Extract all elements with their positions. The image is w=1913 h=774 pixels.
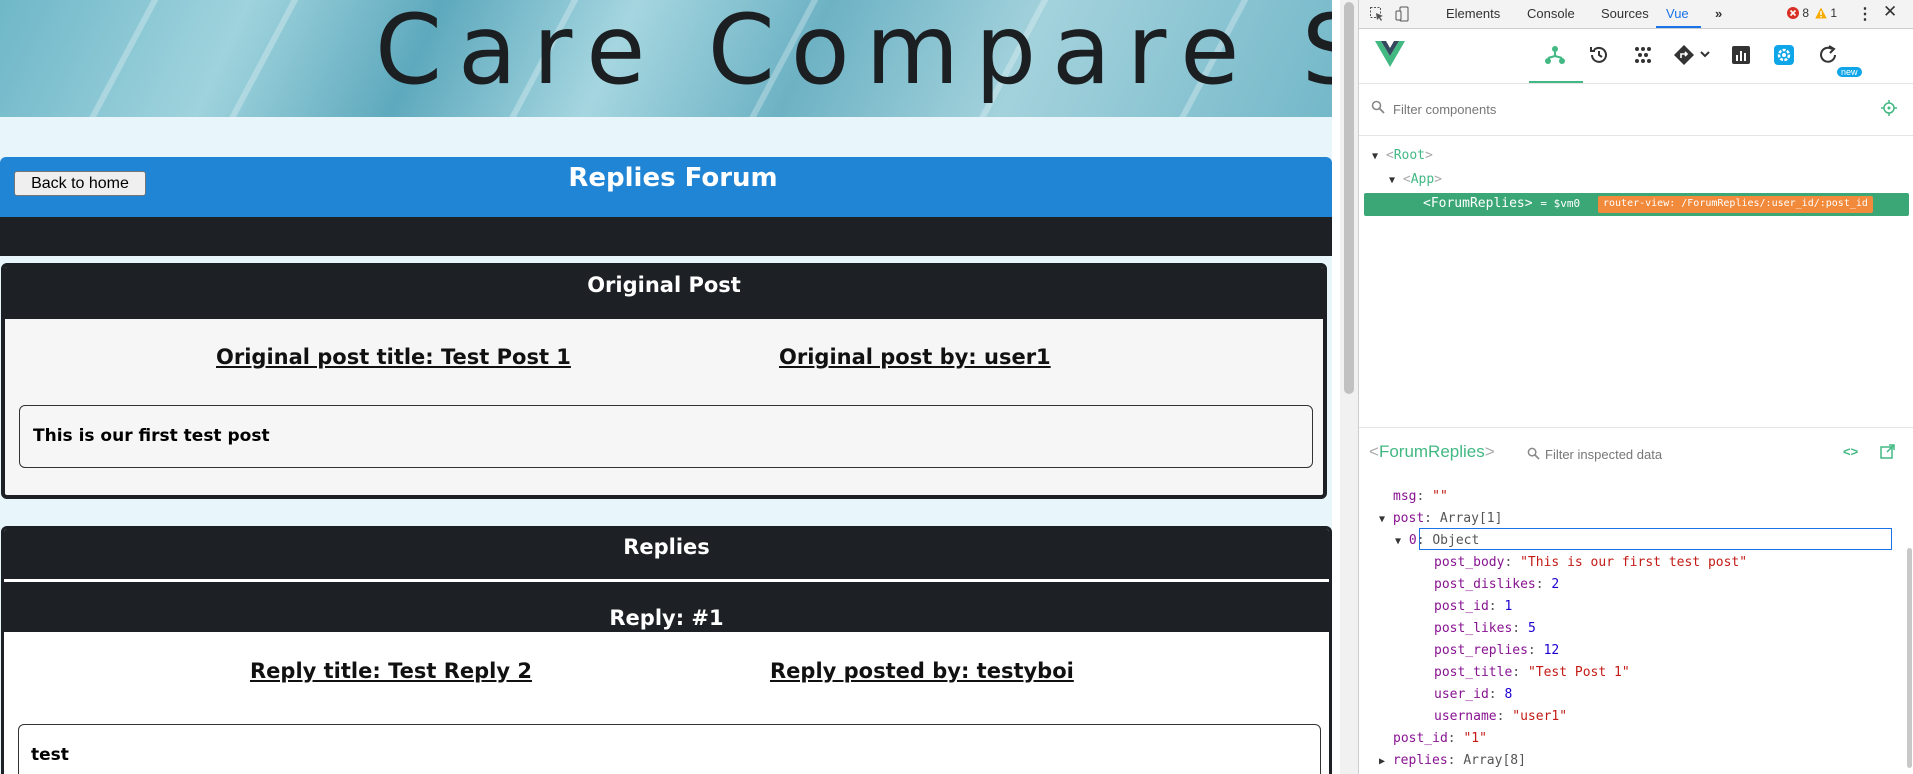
web-page: Care Compare SK Replies Forum Back to ho… [0, 0, 1332, 774]
original-post-card: Original Post Original post title: Test … [1, 263, 1327, 499]
error-icon [1787, 7, 1799, 19]
inspected-component-name: <ForumReplies> [1369, 442, 1495, 461]
close-devtools-icon[interactable]: ✕ [1883, 2, 1897, 22]
prop-post-likes: post_likes: 5 [1434, 621, 1536, 636]
error-badge[interactable]: 8 [1787, 6, 1809, 20]
vue-logo-icon [1375, 41, 1405, 67]
prop-post-dislikes: post_dislikes: 2 [1434, 577, 1560, 592]
page-scrollbar-thumb[interactable] [1344, 2, 1354, 394]
page-title: Replies Forum [568, 163, 778, 193]
inspector-header: <ForumReplies> <> [1359, 427, 1913, 479]
reply-header: Reply: #1 [4, 582, 1329, 632]
vm-reference: = $vm0 [1540, 197, 1581, 210]
tree-node-app[interactable]: ▼ <App> [1389, 172, 1442, 187]
search-icon [1527, 447, 1540, 465]
device-toggle-icon[interactable] [1395, 6, 1411, 25]
router-view-badge: router-view: /ForumReplies/:user_id/:pos… [1598, 196, 1873, 213]
warning-badge[interactable]: 1 [1815, 6, 1837, 20]
prop-post-title: post_title: "Test Post 1" [1434, 665, 1630, 680]
tree-node-root[interactable]: ▼ <Root> [1372, 148, 1433, 163]
warning-icon [1815, 7, 1827, 19]
forum-navbar: Replies Forum Back to home [0, 157, 1332, 217]
site-banner: Care Compare SK [0, 0, 1332, 117]
router-directions-icon[interactable] [1673, 44, 1710, 68]
prop-msg: msg: "" [1393, 489, 1448, 504]
expanded-triangle-icon[interactable]: ▼ [1389, 175, 1395, 186]
prop-post-object[interactable]: ▼ 0: Object [1395, 533, 1479, 548]
original-post-body: This is our first test post [19, 405, 1313, 468]
prop-post[interactable]: ▼ post: Array[1] [1379, 511, 1502, 526]
reply-body: test [18, 724, 1321, 774]
warning-count: 1 [1830, 6, 1838, 20]
kebab-menu-icon[interactable]: ⋮ [1857, 4, 1873, 24]
banner-logo-text: Care Compare SK [375, 0, 1332, 106]
expanded-triangle-icon[interactable]: ▼ [1372, 151, 1378, 162]
toolbar-active-indicator [1529, 81, 1583, 83]
performance-grid-icon[interactable] [1632, 44, 1656, 68]
prop-username: username: "user1" [1434, 709, 1568, 724]
select-component-crosshair-icon[interactable] [1881, 100, 1897, 121]
replies-card: Replies Reply: #1 Reply title: Test Repl… [1, 526, 1332, 774]
tab-elements[interactable]: Elements [1446, 6, 1500, 21]
component-tree-icon[interactable] [1544, 44, 1568, 68]
prop-post-replies: post_replies: 12 [1434, 643, 1560, 658]
tab-console[interactable]: Console [1527, 6, 1575, 21]
devtools-tab-bar: Elements Console Sources Vue » 8 1 ⋮ ✕ [1359, 0, 1913, 29]
prop-user-id: user_id: 8 [1434, 687, 1513, 702]
open-in-editor-icon[interactable] [1880, 444, 1895, 464]
filter-inspected-data-input[interactable] [1545, 445, 1795, 463]
reply-title: Reply title: Test Reply 2 [250, 659, 532, 683]
refresh-icon[interactable] [1817, 44, 1841, 68]
expanded-triangle-icon[interactable]: ▼ [1395, 536, 1401, 547]
inspect-element-icon[interactable] [1369, 6, 1385, 25]
vue-devtools-toolbar: new [1359, 29, 1913, 84]
devtools-panel: Elements Console Sources Vue » 8 1 ⋮ ✕ n… [1358, 0, 1913, 774]
original-post-title: Original post title: Test Post 1 [216, 345, 571, 369]
prop-replies[interactable]: ▶ replies: Array[8] [1379, 753, 1526, 768]
tab-sources[interactable]: Sources [1601, 6, 1649, 21]
replies-header: Replies [4, 529, 1329, 582]
expanded-triangle-icon[interactable]: ▼ [1379, 514, 1385, 525]
nav-spacer-bar [0, 217, 1332, 256]
filter-components-input[interactable] [1393, 99, 1813, 119]
settings-gear-icon[interactable] [1773, 44, 1797, 68]
back-to-home-button[interactable]: Back to home [14, 171, 146, 196]
original-post-author: Original post by: user1 [779, 345, 1051, 369]
selected-object-outline [1419, 528, 1892, 550]
error-count: 8 [1802, 6, 1810, 20]
vuex-chart-icon[interactable] [1730, 44, 1754, 68]
component-filter-row [1359, 84, 1913, 136]
original-post-header: Original Post [5, 267, 1323, 319]
tree-node-forumreplies[interactable]: <ForumReplies> = $vm0 [1423, 196, 1580, 211]
search-icon [1371, 100, 1385, 119]
active-tab-indicator [1656, 26, 1701, 28]
prop-post-body: post_body: "This is our first test post" [1434, 555, 1748, 570]
view-source-code-icon[interactable]: <> [1843, 444, 1858, 459]
timeline-history-icon[interactable] [1588, 44, 1612, 68]
prop-post-id: post_id: 1 [1434, 599, 1513, 614]
reply-author: Reply posted by: testyboi [770, 659, 1074, 683]
new-badge: new [1837, 67, 1862, 77]
inspector-scrollbar-thumb[interactable] [1907, 548, 1912, 768]
collapsed-triangle-icon[interactable]: ▶ [1379, 756, 1385, 767]
tab-vue[interactable]: Vue [1666, 6, 1689, 21]
prop-route-post-id: post_id: "1" [1393, 731, 1487, 746]
more-tabs-icon[interactable]: » [1715, 6, 1722, 21]
